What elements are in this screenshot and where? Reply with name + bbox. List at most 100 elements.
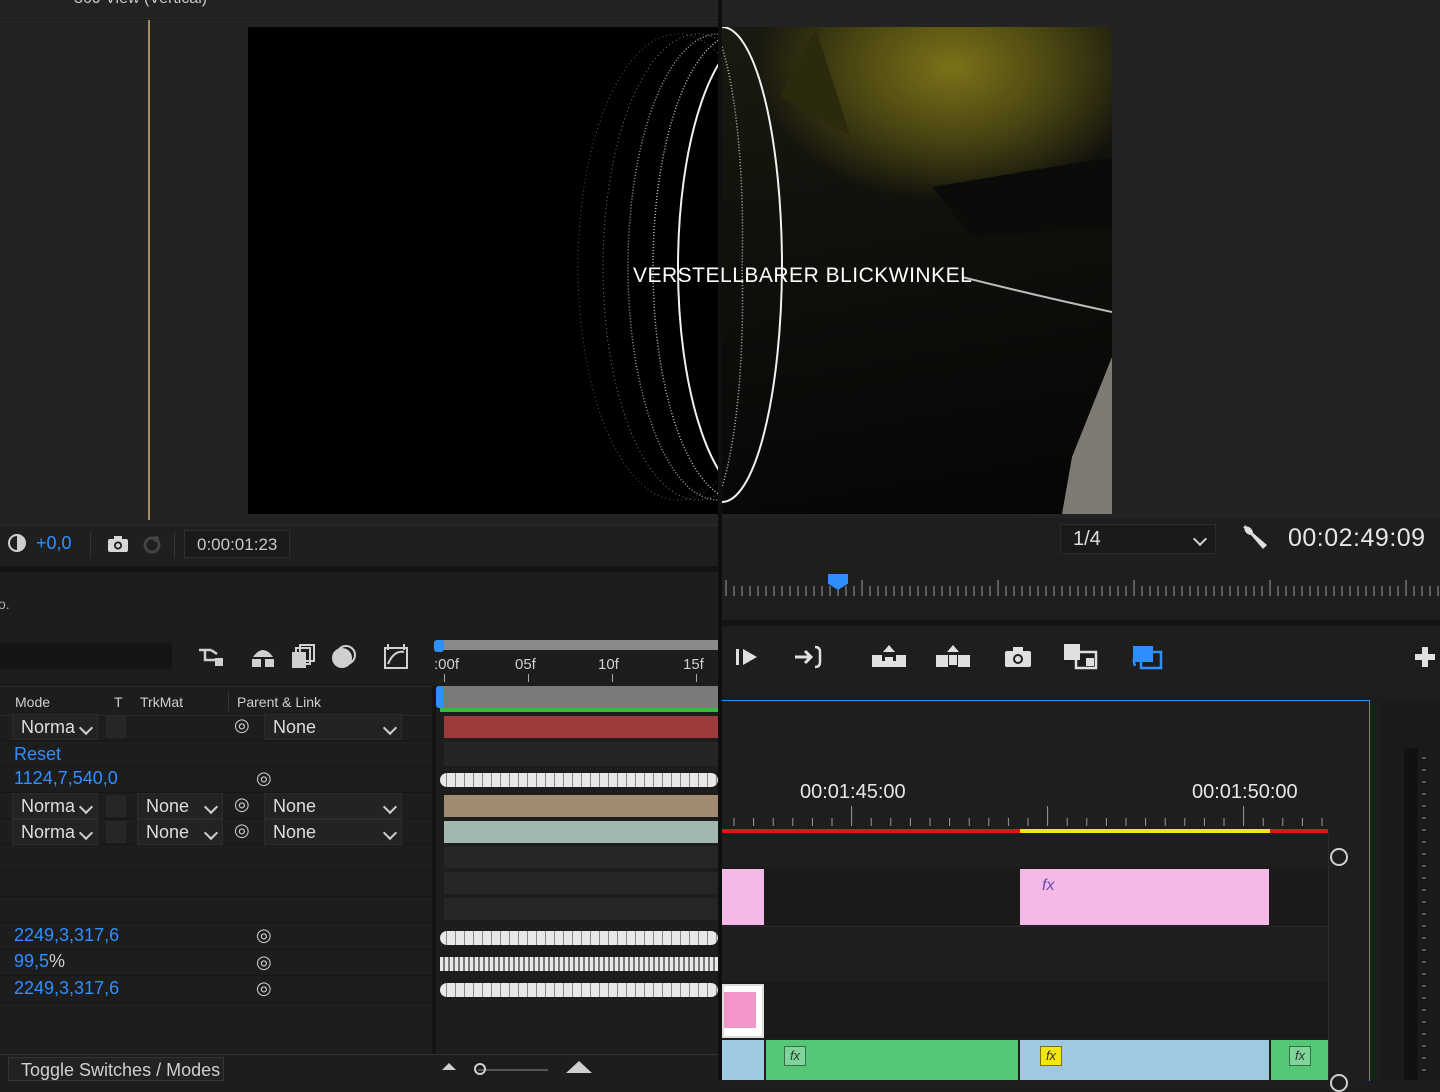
zoom-out-icon[interactable] [442,1063,456,1070]
clip-green[interactable]: fx [766,1040,1018,1080]
t-switch[interactable] [106,716,126,738]
viewer-view-label[interactable]: 360 View (Vertical) [74,0,207,8]
timeline-ruler[interactable]: :00f 05f 10f 15f [434,652,720,684]
row-divider [0,870,432,871]
toggle-switches-modes-button[interactable]: Toggle Switches / Modes [8,1057,224,1081]
layer-mode-select[interactable]: Norma [12,714,98,740]
reset-link[interactable]: Reset [14,744,61,765]
clip-lightblue[interactable] [722,1040,764,1080]
parent-select[interactable]: None [264,714,402,740]
col-mode[interactable]: Mode [15,694,50,710]
keyframe-strip[interactable] [440,983,718,997]
expression-icon[interactable]: ◎ [256,978,272,999]
go-to-out-icon[interactable] [790,640,828,674]
toggle-modes-label: Modes [166,1060,221,1080]
clip-pink[interactable] [722,869,764,925]
camera-icon[interactable] [106,533,130,555]
chevron-down-icon [382,720,398,736]
zoom-slider-track[interactable] [478,1069,548,1071]
expression-icon[interactable]: ◎ [256,952,272,973]
work-area-start-handle[interactable] [434,640,444,652]
add-button-icon[interactable] [1410,640,1440,674]
parent-pickwhip-icon[interactable]: ◎ [234,794,250,815]
exposure-value[interactable]: +0,0 [36,533,72,554]
motion-blur-icon[interactable] [328,643,358,671]
scroll-handle[interactable] [1330,848,1348,866]
program-timecode[interactable]: 00:02:49:09 [1288,524,1426,553]
chevron-down-icon [203,799,219,815]
position-value[interactable]: 1124,7,540,0 [14,768,118,789]
graph-editor-icon[interactable] [380,643,412,671]
property-value[interactable]: 2249,3,317,6 [14,978,119,999]
fx-badge[interactable]: fx [1040,1046,1062,1066]
layer-bar-tan[interactable] [444,795,718,817]
parent-select[interactable]: None [264,819,402,845]
keyframe-strip[interactable] [440,931,718,945]
program-mini-timeline[interactable] [722,568,1440,626]
col-t[interactable]: T [114,694,123,710]
parent-value: None [273,822,317,842]
fx-badge[interactable]: fx [1289,1046,1311,1066]
layer-mode-select[interactable]: Norma [12,819,98,845]
audio-meter-scale [1422,757,1426,1071]
col-trkmat[interactable]: TrkMat [140,694,183,710]
timeline-toolbar [0,635,432,685]
parent-select[interactable]: None [264,793,402,819]
keyframe-strip[interactable] [440,957,718,971]
current-time-field[interactable]: 0:00:01:23 [184,530,290,558]
clip-lightblue[interactable]: fx [1020,1040,1269,1080]
separator [174,532,175,558]
track-row-bg [444,846,718,868]
scale-value[interactable]: 99,5% [14,951,65,972]
comparison-view-icon[interactable] [1060,640,1102,674]
current-time-value: 0:00:01:23 [197,535,278,554]
parent-pickwhip-icon[interactable]: ◎ [234,820,250,841]
clip-pink[interactable]: fx [1020,869,1269,925]
scale-unit: % [49,951,66,971]
trkmat-select[interactable]: None [137,819,223,845]
layer-bar-red[interactable] [444,716,718,738]
guide-line[interactable] [148,20,150,520]
fx-badge[interactable]: fx [1042,877,1054,895]
lift-icon[interactable] [868,640,910,674]
scroll-handle[interactable] [1330,1074,1348,1092]
fx-badge[interactable]: fx [784,1046,806,1066]
expression-icon[interactable]: ◎ [256,768,272,789]
timeline-footer: Toggle Switches / Modes [0,1054,720,1081]
keyframe-strip[interactable] [440,773,718,787]
clip-pink-small[interactable] [722,984,764,1038]
layer-search-input[interactable] [0,643,172,669]
trkmat-select[interactable]: None [137,793,223,819]
expression-icon[interactable]: ◎ [256,925,272,946]
t-switch[interactable] [106,821,126,843]
chevron-down-icon [382,825,398,841]
work-area-bar[interactable] [440,640,718,650]
cti-marker[interactable] [436,686,444,708]
proxy-toggle-icon[interactable] [1126,640,1168,674]
t-switch[interactable] [106,795,126,817]
chevron-down-icon [78,799,94,815]
layer-mode-select[interactable]: Norma [12,793,98,819]
zoom-in-icon[interactable] [566,1061,592,1073]
timeline-vertical-scrollbar[interactable] [1328,834,1349,1092]
property-value[interactable]: 2249,3,317,6 [14,925,119,946]
export-frame-icon[interactable] [1000,640,1036,674]
play-in-out-icon[interactable] [730,640,764,674]
track-row-bg [444,898,718,920]
frame-blending-icon[interactable] [288,643,318,671]
trkmat-value: None [146,796,190,816]
wrench-icon[interactable] [1240,522,1270,552]
column-divider [228,691,229,711]
zoom-slider-handle[interactable] [474,1063,486,1075]
hierarchy-icon[interactable] [196,643,226,671]
resolution-select[interactable]: 1/4 [1060,524,1216,554]
extract-icon[interactable] [932,640,974,674]
exposure-icon[interactable] [6,532,28,554]
show-snapshot-icon[interactable] [140,533,164,555]
shy-layers-icon[interactable] [248,643,278,671]
parent-pickwhip-icon[interactable]: ◎ [234,715,250,736]
col-parent[interactable]: Parent & Link [237,694,321,710]
layer-bar-teal[interactable] [444,821,718,843]
resolution-value: 1/4 [1073,528,1101,550]
clip-green[interactable]: fx [1271,1040,1328,1080]
